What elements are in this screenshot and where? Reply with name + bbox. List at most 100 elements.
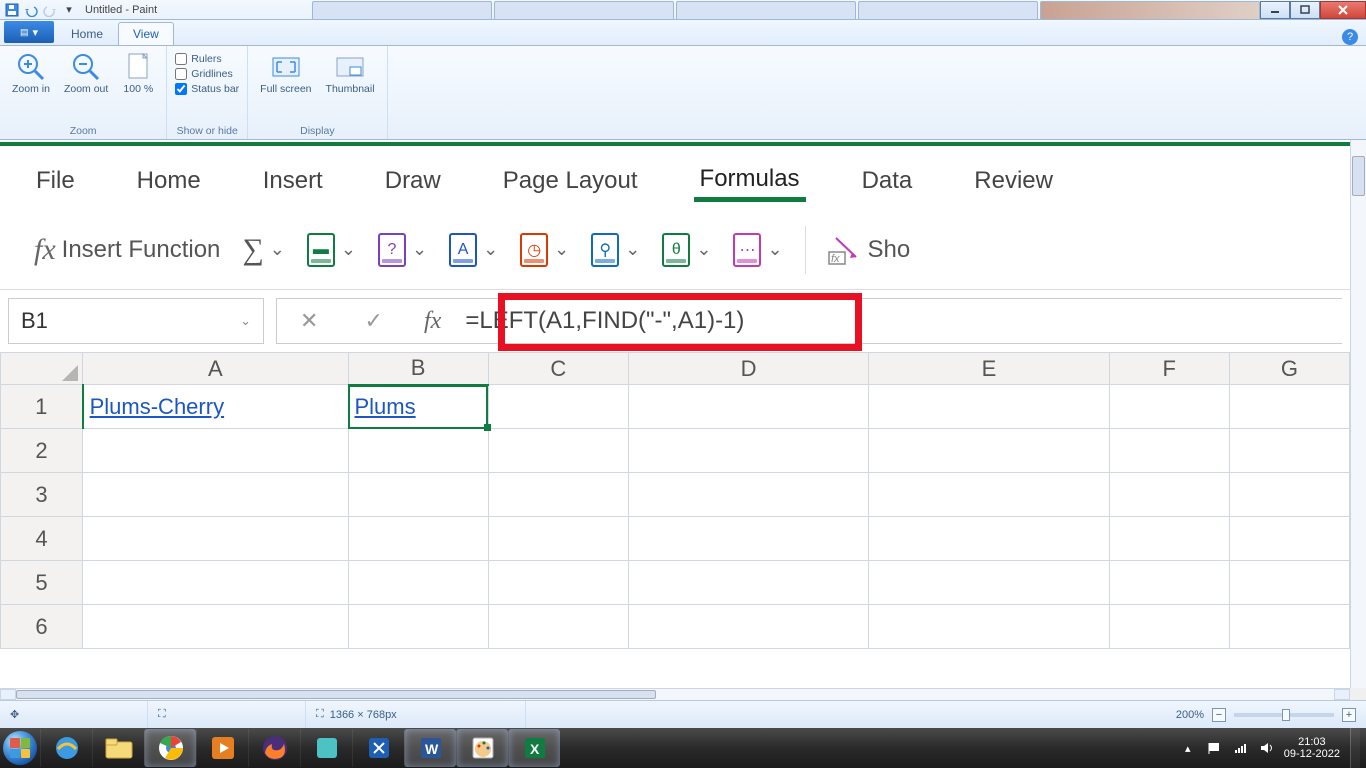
horizontal-scrollbar[interactable] <box>0 688 1350 700</box>
cell[interactable] <box>869 429 1109 473</box>
financial-button[interactable]: ▬⌄ <box>307 233 356 267</box>
taskbar-app-icon[interactable] <box>300 729 352 767</box>
cell[interactable] <box>628 561 868 605</box>
cell[interactable] <box>869 473 1109 517</box>
cell[interactable] <box>83 517 348 561</box>
show-formulas-button[interactable]: fx Sho <box>828 235 911 265</box>
cell[interactable] <box>83 561 348 605</box>
math-trig-button[interactable]: θ⌄ <box>662 233 711 267</box>
excel-tab-review[interactable]: Review <box>968 163 1059 199</box>
cell[interactable] <box>1109 429 1229 473</box>
excel-tab-insert[interactable]: Insert <box>257 163 329 199</box>
cell[interactable] <box>488 473 628 517</box>
save-icon[interactable] <box>4 2 20 18</box>
cell[interactable] <box>348 429 488 473</box>
lookup-button[interactable]: ⚲⌄ <box>591 233 640 267</box>
cell[interactable] <box>869 517 1109 561</box>
full-screen-button[interactable]: Full screen <box>256 49 315 97</box>
row-header-5[interactable]: 5 <box>1 561 83 605</box>
row-header-3[interactable]: 3 <box>1 473 83 517</box>
excel-tab-file[interactable]: File <box>30 163 81 199</box>
cell-G1[interactable] <box>1229 385 1349 429</box>
cell-B1[interactable]: Plums <box>348 385 488 429</box>
paint-tab-view[interactable]: View <box>118 22 174 45</box>
col-header-F[interactable]: F <box>1109 353 1229 385</box>
excel-grid[interactable]: A B C D E F G 1 Plums-Cherry Plums 2 <box>0 352 1350 649</box>
zoom-slider-thumb[interactable] <box>1282 709 1290 721</box>
statusbar-checkbox[interactable]: Status bar <box>175 83 239 95</box>
cell[interactable] <box>348 473 488 517</box>
cell-F1[interactable] <box>1109 385 1229 429</box>
cell[interactable] <box>488 605 628 649</box>
help-icon[interactable]: ? <box>1342 29 1358 45</box>
scroll-left-arrow[interactable] <box>0 689 16 700</box>
tray-flag-icon[interactable] <box>1206 740 1222 756</box>
cell[interactable] <box>628 605 868 649</box>
show-desktop-button[interactable] <box>1350 728 1360 768</box>
cell[interactable] <box>1109 605 1229 649</box>
taskbar-vscode-icon[interactable] <box>352 729 404 767</box>
cell[interactable] <box>628 429 868 473</box>
cell[interactable] <box>488 561 628 605</box>
rulers-checkbox[interactable]: Rulers <box>175 53 239 65</box>
enter-icon[interactable]: ✓ <box>365 308 383 334</box>
row-header-6[interactable]: 6 <box>1 605 83 649</box>
cell[interactable] <box>488 517 628 561</box>
tray-volume-icon[interactable] <box>1258 740 1274 756</box>
taskbar-word-icon[interactable]: W <box>404 729 456 767</box>
excel-tab-pagelayout[interactable]: Page Layout <box>497 163 644 199</box>
cell[interactable] <box>1229 561 1349 605</box>
close-button[interactable] <box>1320 1 1366 19</box>
taskbar-excel-icon[interactable]: X <box>508 729 560 767</box>
taskbar-firefox-icon[interactable] <box>248 729 300 767</box>
taskbar-paint-icon[interactable] <box>456 729 508 767</box>
tray-network-icon[interactable] <box>1232 740 1248 756</box>
cell-E1[interactable] <box>869 385 1109 429</box>
cell[interactable] <box>83 473 348 517</box>
zoom-100-button[interactable]: 100 % <box>118 49 158 97</box>
zoom-out-button[interactable]: Zoom out <box>60 49 112 97</box>
maximize-button[interactable] <box>1290 1 1320 19</box>
cell[interactable] <box>628 517 868 561</box>
zoom-plus-button[interactable]: + <box>1342 708 1356 722</box>
scroll-right-arrow[interactable] <box>1334 689 1350 700</box>
scrollbar-thumb[interactable] <box>1352 156 1365 196</box>
more-functions-button[interactable]: ⋯⌄ <box>733 233 782 267</box>
scrollbar-thumb[interactable] <box>16 690 656 699</box>
cell[interactable] <box>869 605 1109 649</box>
cell[interactable] <box>348 605 488 649</box>
cell-D1[interactable] <box>628 385 868 429</box>
cell[interactable] <box>1229 517 1349 561</box>
tray-up-icon[interactable]: ▴ <box>1180 740 1196 756</box>
col-header-G[interactable]: G <box>1229 353 1349 385</box>
cell[interactable] <box>83 605 348 649</box>
bg-tab[interactable] <box>676 1 856 19</box>
taskbar-explorer-icon[interactable] <box>92 729 144 767</box>
select-all-corner[interactable] <box>1 353 83 385</box>
excel-tab-home[interactable]: Home <box>131 163 207 199</box>
cell[interactable] <box>488 429 628 473</box>
cell[interactable] <box>1109 561 1229 605</box>
cell[interactable] <box>348 517 488 561</box>
bg-tab[interactable] <box>312 1 492 19</box>
taskbar-chrome-icon[interactable] <box>144 729 196 767</box>
row-header-2[interactable]: 2 <box>1 429 83 473</box>
cancel-icon[interactable]: ✕ <box>300 308 318 334</box>
cell[interactable] <box>348 561 488 605</box>
zoom-minus-button[interactable]: − <box>1212 708 1226 722</box>
paint-tab-home[interactable]: Home <box>56 22 118 45</box>
row-header-1[interactable]: 1 <box>1 385 83 429</box>
excel-tab-formulas[interactable]: Formulas <box>694 161 806 202</box>
cell[interactable] <box>628 473 868 517</box>
bg-tab[interactable] <box>494 1 674 19</box>
cell[interactable] <box>83 429 348 473</box>
autosum-button[interactable]: ∑⌄ <box>242 233 284 267</box>
name-box[interactable]: B1 ⌄ <box>8 298 264 344</box>
cell[interactable] <box>869 561 1109 605</box>
chevron-down-icon[interactable]: ⌄ <box>240 313 251 329</box>
vertical-scrollbar[interactable] <box>1350 140 1366 688</box>
qat-dropdown-icon[interactable]: ▾ <box>61 2 77 18</box>
cell[interactable] <box>1229 429 1349 473</box>
cell[interactable] <box>1109 517 1229 561</box>
col-header-E[interactable]: E <box>869 353 1109 385</box>
